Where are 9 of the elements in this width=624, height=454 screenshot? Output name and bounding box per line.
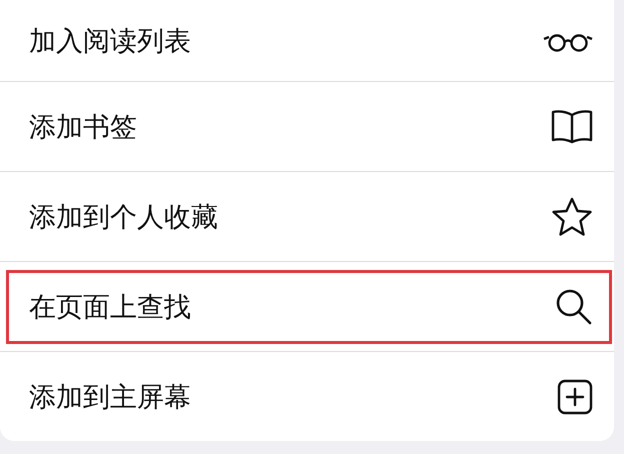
plus-square-icon <box>557 378 593 414</box>
search-icon <box>555 288 593 326</box>
menu-item[interactable]: 在页面上查找 <box>6 270 612 344</box>
menu-item[interactable]: 添加到个人收藏 <box>6 180 612 254</box>
book-icon <box>551 108 593 144</box>
menu-item[interactable]: 添加到主屏幕 <box>6 360 612 434</box>
menu-item[interactable]: 添加书签 <box>6 90 612 164</box>
star-icon <box>551 196 593 236</box>
menu-item[interactable]: 加入阅读列表 <box>6 4 612 78</box>
